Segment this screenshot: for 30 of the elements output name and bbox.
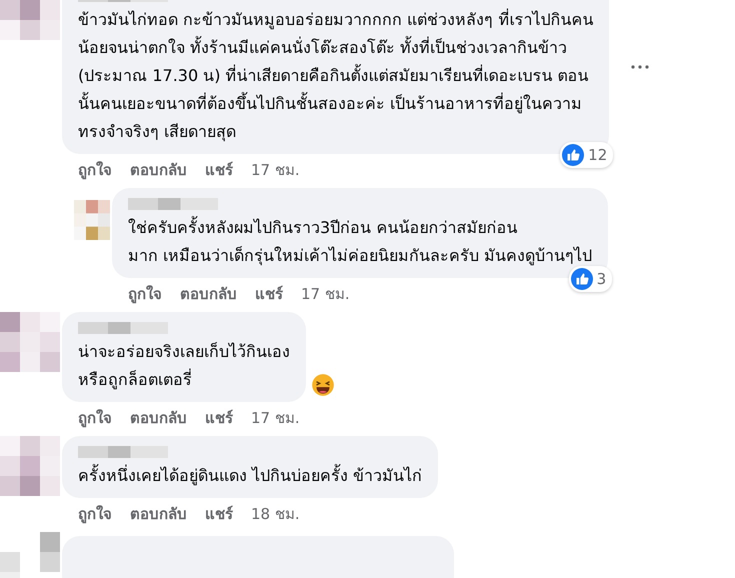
comment-action-link[interactable]: ถูกใจ: [78, 406, 112, 430]
comment-time: 17 ชม.: [301, 284, 350, 305]
comment-time: 18 ชม.: [251, 504, 300, 525]
avatar[interactable]: [0, 532, 60, 578]
more-options-icon[interactable]: [631, 65, 650, 69]
comment-action-link[interactable]: แชร์: [205, 406, 233, 430]
like-icon: [562, 144, 584, 166]
comment-action-link[interactable]: ตอบกลับ: [130, 502, 187, 526]
comment-action-link[interactable]: แชร์: [205, 158, 233, 182]
comment-text: ครั้งหนึ่งเคยได้อยู่ดินแดง ไปกินบ่อยครั้ง ข้าวมันไก่: [78, 463, 422, 488]
comment-action-link[interactable]: ถูกใจ: [78, 158, 112, 182]
avatar[interactable]: [0, 312, 60, 372]
comment-action-link[interactable]: แชร์: [205, 502, 233, 526]
comment-action-link[interactable]: ตอบกลับ: [130, 158, 187, 182]
comment-action-link[interactable]: ถูกใจ: [78, 502, 112, 526]
avatar[interactable]: [74, 200, 110, 240]
like-icon: [570, 268, 593, 290]
comment-text: ข้าวมันไก่ทอด กะข้าวมันหมูอบอร่อยมวากกกก แต่ช่วงหลังๆ ที่เราไปกินคน น้อยจนน่าตกใจ ทั้งร้านมีแค่คนนั่งโต๊ะสองโต๊ะ ทั้งที่เป็นช่วงเวลากินข้าว (ประมาณ 17.30 น) ที่น่าเสียดายคือกินตั้งแต่สมัยมาเรียนที่เดอะเบรน ตอน นั้นคนเยอะขนาดที่ต้องขึ้นไปกินชั้นสองอะค่ะ เป็นร้านอาหารที่อยู่ในความ ทรงจำจริงๆ เสียดายสุด: [78, 8, 594, 144]
avatar[interactable]: [0, 436, 60, 496]
comment-text: ใช่ครับครั้งหลังผมไปกินราว3ปีก่อน คนน้อยกว่าสมัยก่อน มาก เหมือนว่าเด็กรุ่นใหม่เค้าไม่ค่อยนิยมกันละครับ มันคงดูบ้านๆไป: [128, 215, 592, 268]
reaction-count[interactable]: 12: [560, 142, 614, 168]
comment-time: 17 ชม.: [251, 160, 300, 181]
comment-text: น่าจะอร่อยจริงเลยเก็บไว้กินเอง หรือถูกล็อตเตอรี่: [78, 341, 290, 392]
laughing-emoji-icon[interactable]: [310, 372, 336, 398]
comment-action-link[interactable]: ตอบกลับ: [180, 282, 237, 306]
comment-time: 17 ชม.: [251, 408, 300, 429]
comment-action-link[interactable]: ถูกใจ: [128, 282, 162, 306]
reaction-count[interactable]: 3: [568, 266, 612, 292]
comment-action-link[interactable]: แชร์: [255, 282, 283, 306]
comment-action-link[interactable]: ตอบกลับ: [130, 406, 187, 430]
